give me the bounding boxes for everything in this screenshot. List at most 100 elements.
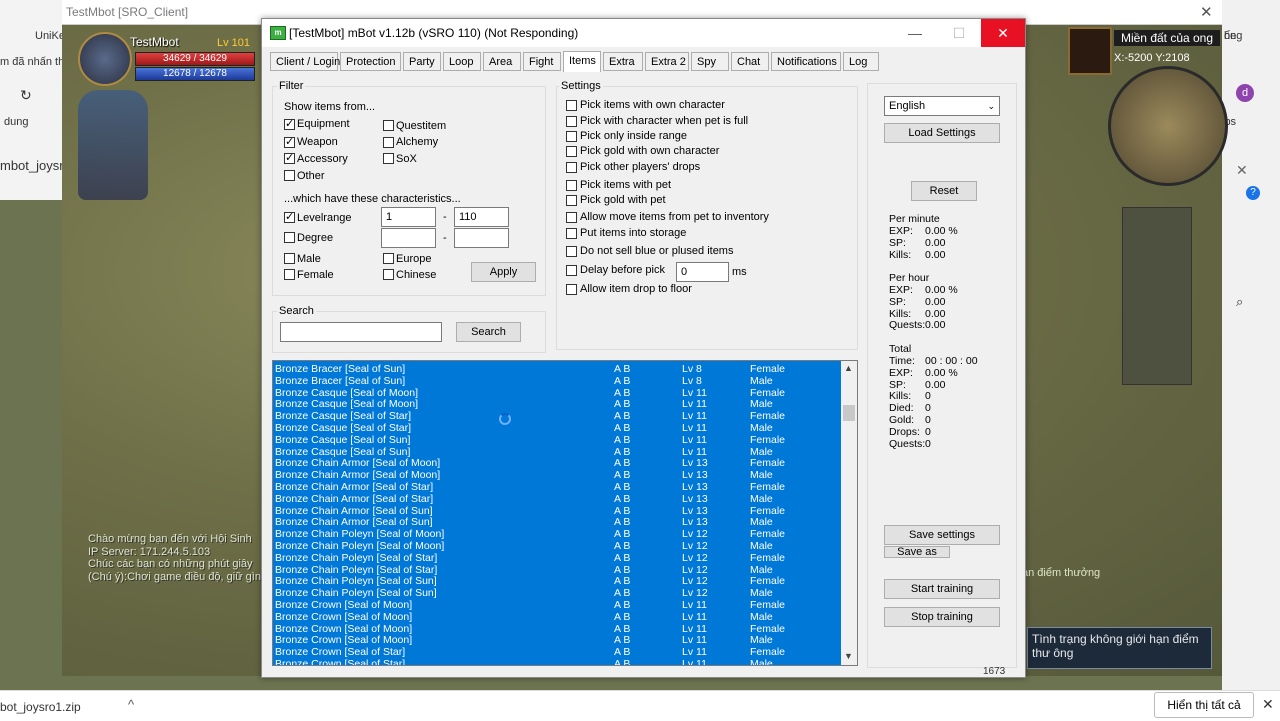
alchemy-checkbox[interactable]: [383, 137, 394, 148]
list-item[interactable]: Bronze Crown [Seal of Moon] A B Lv 11 Femal…: [273, 623, 841, 635]
accessory-checkbox[interactable]: [284, 151, 295, 164]
game-side-panel[interactable]: [1122, 207, 1192, 385]
list-item[interactable]: Bronze Crown [Seal of Moon] A B Lv 11 Male: [273, 611, 841, 623]
list-item[interactable]: Bronze Chain Armor [Seal of Moon] A B Lv 1…: [273, 469, 841, 481]
game-close-icon[interactable]: ✕: [1200, 3, 1213, 21]
search-input[interactable]: [280, 322, 442, 342]
search-icon[interactable]: ⌕: [1236, 294, 1243, 310]
list-item[interactable]: Bronze Crown [Seal of Star] A B Lv 11 Male: [273, 658, 841, 665]
minimap[interactable]: [1108, 66, 1228, 186]
save-settings-button[interactable]: Save settings: [884, 525, 1000, 545]
questitem-checkbox[interactable]: [383, 120, 394, 131]
list-item[interactable]: Bronze Chain Poleyn [Seal of Sun] A B Lv 1…: [273, 587, 841, 599]
tab-notifications[interactable]: Notifications: [771, 52, 841, 71]
scroll-thumb[interactable]: [843, 405, 855, 421]
female-checkbox[interactable]: [284, 269, 295, 280]
list-item[interactable]: Bronze Chain Armor [Seal of Moon] A B Lv 1…: [273, 457, 841, 469]
list-item[interactable]: Bronze Crown [Seal of Moon] A B Lv 11 Femal…: [273, 599, 841, 611]
setting-checkbox[interactable]: [566, 265, 577, 276]
other-checkbox[interactable]: [284, 170, 295, 181]
search-button[interactable]: Search: [456, 322, 521, 342]
chevron-up-icon[interactable]: ^: [128, 697, 134, 712]
tab-log[interactable]: Log: [843, 52, 879, 71]
close-icon[interactable]: ✕: [1236, 162, 1248, 179]
tab-items[interactable]: Items: [563, 51, 601, 72]
list-item[interactable]: Bronze Chain Poleyn [Seal of Sun] A B Lv 1…: [273, 575, 841, 587]
apply-button[interactable]: Apply: [471, 262, 536, 282]
list-item[interactable]: Bronze Casque [Seal of Moon] A B Lv 11 Fema…: [273, 387, 841, 399]
equipment-checkbox[interactable]: [284, 117, 295, 130]
help-icon[interactable]: ?: [1246, 186, 1260, 200]
chinese-checkbox[interactable]: [383, 269, 394, 280]
setting-checkbox[interactable]: [566, 246, 577, 257]
tab-chat[interactable]: Chat: [731, 52, 769, 71]
list-item[interactable]: Bronze Casque [Seal of Star] A B Lv 11 Male: [273, 422, 841, 434]
list-item[interactable]: Bronze Chain Poleyn [Seal of Moon] A B Lv …: [273, 540, 841, 552]
list-item[interactable]: Bronze Chain Armor [Seal of Sun] A B Lv 13…: [273, 516, 841, 528]
sox-checkbox[interactable]: [383, 153, 394, 164]
delay-input[interactable]: 0: [676, 262, 729, 282]
list-item[interactable]: Bronze Chain Poleyn [Seal of Star] A B Lv …: [273, 552, 841, 564]
list-item[interactable]: Bronze Chain Poleyn [Seal of Star] A B Lv …: [273, 564, 841, 576]
maximize-button[interactable]: ☐: [937, 19, 981, 47]
close-icon[interactable]: ✕: [1262, 696, 1274, 713]
tab-protection[interactable]: Protection: [340, 52, 401, 71]
setting-checkbox[interactable]: [566, 284, 577, 295]
setting-checkbox[interactable]: [566, 195, 577, 206]
list-item[interactable]: Bronze Casque [Seal of Sun] A B Lv 11 Femal…: [273, 434, 841, 446]
vertical-scrollbar[interactable]: ▲ ▼: [841, 361, 857, 665]
degree-from-input[interactable]: [381, 228, 436, 248]
reset-button[interactable]: Reset: [911, 181, 977, 201]
list-item[interactable]: Bronze Crown [Seal of Star] A B Lv 11 Femal…: [273, 646, 841, 658]
download-file-name[interactable]: bot_joysro1.zip: [0, 700, 81, 714]
list-item[interactable]: Bronze Chain Armor [Seal of Star] A B Lv 1…: [273, 493, 841, 505]
tab-client-login[interactable]: Client / Login: [270, 52, 340, 71]
tab-party[interactable]: Party: [403, 52, 441, 71]
weapon-checkbox[interactable]: [284, 135, 295, 148]
setting-checkbox[interactable]: [566, 228, 577, 239]
pet-portrait[interactable]: [1068, 27, 1112, 75]
list-item[interactable]: Bronze Chain Armor [Seal of Star] A B Lv 1…: [273, 481, 841, 493]
language-select[interactable]: English ⌄: [884, 96, 1000, 116]
degree-to-input[interactable]: [454, 228, 509, 248]
levelrange-checkbox[interactable]: [284, 210, 295, 223]
list-item[interactable]: Bronze Bracer [Seal of Sun] A B Lv 8 Female: [273, 363, 841, 375]
setting-checkbox[interactable]: [566, 162, 577, 173]
male-checkbox[interactable]: [284, 253, 295, 264]
avatar[interactable]: d: [1236, 84, 1254, 102]
list-item[interactable]: Bronze Casque [Seal of Sun] A B Lv 11 Male: [273, 446, 841, 458]
setting-checkbox[interactable]: [566, 100, 577, 111]
list-item[interactable]: Bronze Casque [Seal of Star] A B Lv 11 Fema…: [273, 410, 841, 422]
scroll-up-icon[interactable]: ▲: [844, 363, 853, 373]
tab-extra-2[interactable]: Extra 2: [645, 52, 689, 71]
stop-training-button[interactable]: Stop training: [884, 607, 1000, 627]
character-sprite[interactable]: [78, 90, 148, 200]
degree-checkbox[interactable]: [284, 232, 295, 243]
list-item[interactable]: Bronze Crown [Seal of Moon] A B Lv 11 Male: [273, 634, 841, 646]
items-listbox[interactable]: Bronze Bracer [Seal of Sun] A B Lv 8 Female…: [272, 360, 858, 666]
setting-checkbox[interactable]: [566, 131, 577, 142]
level-from-input[interactable]: 1: [381, 207, 436, 227]
tab-loop[interactable]: Loop: [443, 52, 481, 71]
minimize-button[interactable]: —: [893, 19, 937, 47]
scroll-down-icon[interactable]: ▼: [844, 651, 853, 661]
save-as-button[interactable]: Save as: [884, 546, 950, 558]
list-item[interactable]: Bronze Casque [Seal of Moon] A B Lv 11 Male: [273, 398, 841, 410]
close-button[interactable]: ✕: [981, 19, 1025, 47]
level-to-input[interactable]: 110: [454, 207, 509, 227]
setting-checkbox[interactable]: [566, 116, 577, 127]
tab-extra[interactable]: Extra: [603, 52, 643, 71]
setting-checkbox[interactable]: [566, 146, 577, 157]
load-settings-button[interactable]: Load Settings: [884, 123, 1000, 143]
tab-area[interactable]: Area: [483, 52, 521, 71]
europe-checkbox[interactable]: [383, 253, 394, 264]
setting-checkbox[interactable]: [566, 180, 577, 191]
setting-checkbox[interactable]: [566, 212, 577, 223]
tab-fight[interactable]: Fight: [523, 52, 561, 71]
list-item[interactable]: Bronze Chain Armor [Seal of Sun] A B Lv 13…: [273, 505, 841, 517]
tab-spy[interactable]: Spy: [691, 52, 729, 71]
list-item[interactable]: Bronze Chain Poleyn [Seal of Moon] A B Lv …: [273, 528, 841, 540]
show-all-button[interactable]: Hiển thị tất cả: [1154, 692, 1254, 718]
start-training-button[interactable]: Start training: [884, 579, 1000, 599]
list-item[interactable]: Bronze Bracer [Seal of Sun] A B Lv 8 Male: [273, 375, 841, 387]
